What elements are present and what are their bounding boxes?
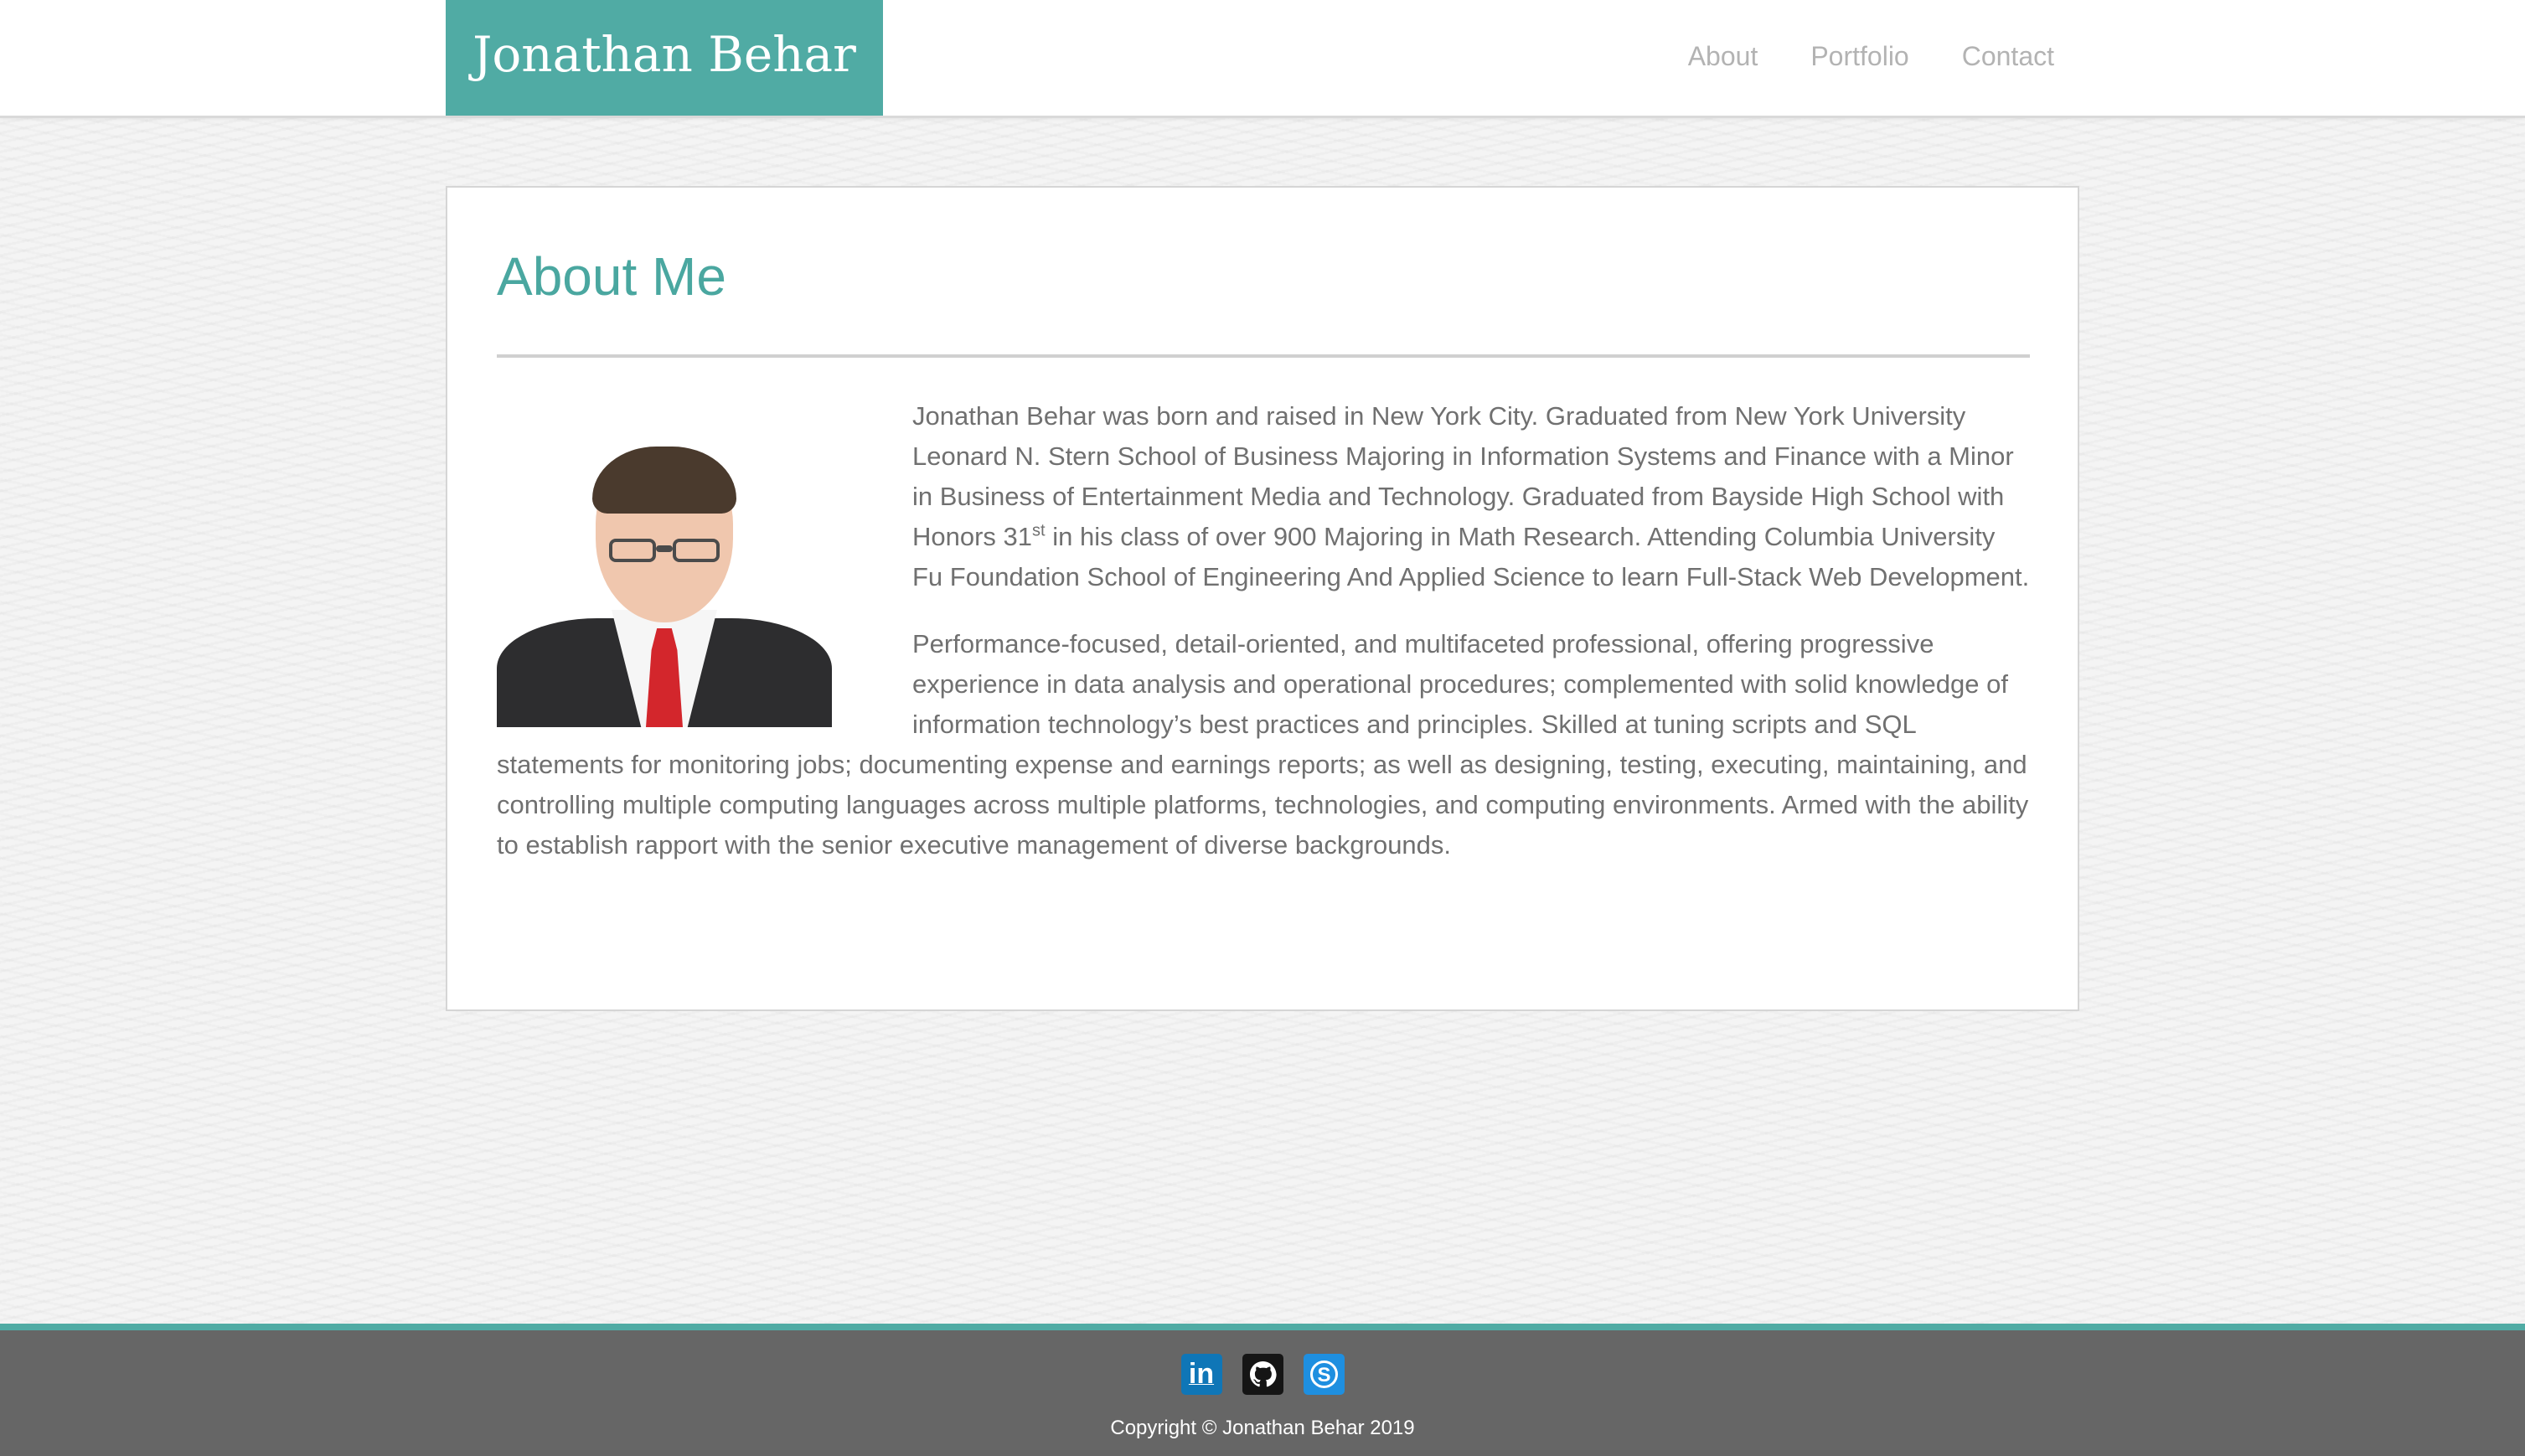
nav-link-about[interactable]: About xyxy=(1688,41,1758,72)
github-octocat-icon xyxy=(1249,1361,1277,1387)
site-header: Jonathan Behar About Portfolio Contact xyxy=(0,0,2525,118)
bio-paragraph-1-part-2: in his class of over 900 Majoring in Mat… xyxy=(912,522,2030,591)
linkedin-icon[interactable]: in xyxy=(1180,1354,1222,1395)
linkedin-glyph: in xyxy=(1188,1358,1215,1390)
site-footer: in S Copyright © Jonathan Behar 2019 xyxy=(0,1324,2525,1456)
social-links: in S xyxy=(0,1354,2525,1395)
skype-logo-icon: S xyxy=(1309,1360,1338,1388)
page-title: About Me xyxy=(497,246,726,307)
about-card: About Me Jonathan Behar was born and rai… xyxy=(446,186,2079,1011)
site-brand[interactable]: Jonathan Behar xyxy=(446,0,883,116)
portrait-hair xyxy=(592,447,736,514)
nav-link-contact[interactable]: Contact xyxy=(1962,41,2054,72)
title-divider xyxy=(497,354,2030,358)
github-icon[interactable] xyxy=(1242,1354,1283,1395)
copyright-text: Copyright © Jonathan Behar 2019 xyxy=(1110,1417,1415,1439)
portrait-glasses xyxy=(606,539,723,564)
bio-section: Jonathan Behar was born and raised in Ne… xyxy=(497,396,2030,892)
ordinal-suffix: st xyxy=(1032,521,1046,540)
portrait-image xyxy=(497,396,832,727)
svg-text:S: S xyxy=(1317,1364,1330,1386)
main-nav: About Portfolio Contact xyxy=(1635,0,2054,112)
nav-link-portfolio[interactable]: Portfolio xyxy=(1810,41,1908,72)
skype-icon[interactable]: S xyxy=(1303,1354,1345,1395)
